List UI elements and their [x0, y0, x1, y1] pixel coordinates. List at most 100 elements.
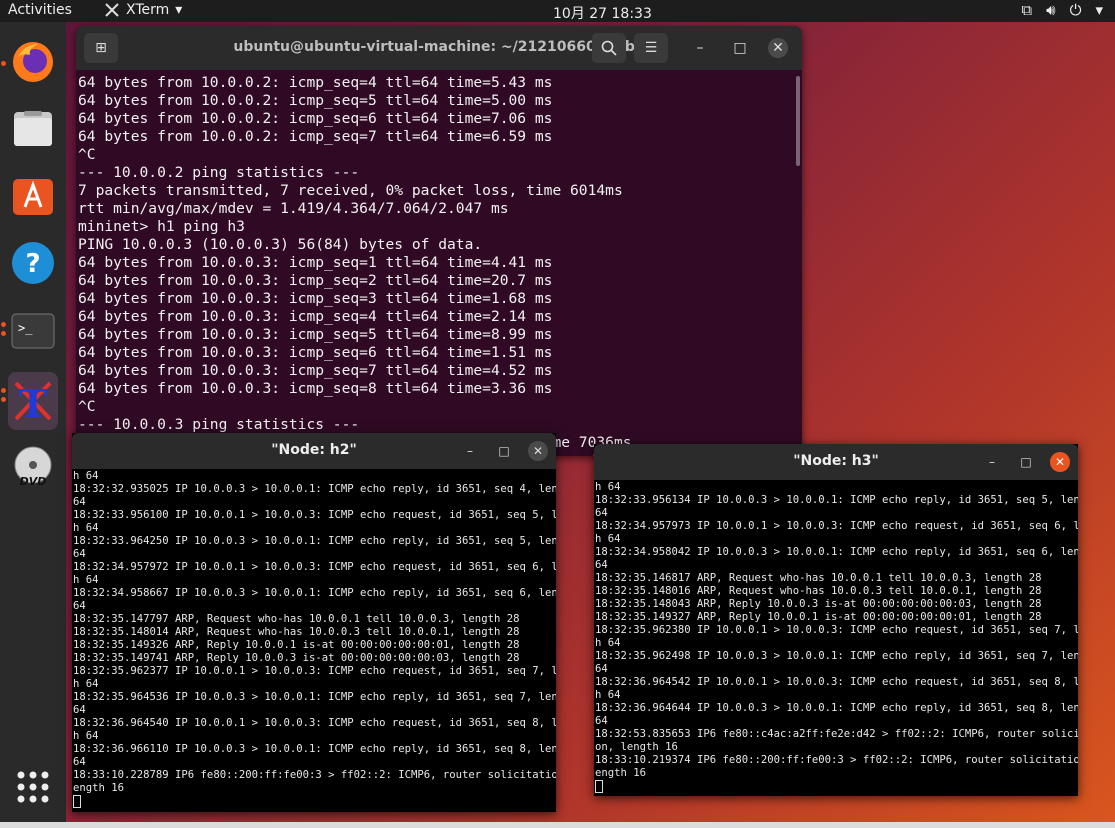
terminal-line: PING 10.0.0.3 (10.0.0.3) 56(84) bytes of… — [78, 236, 483, 253]
terminal-line: 64 — [595, 559, 608, 571]
terminal-line: h 64 — [595, 533, 621, 545]
app-menu-label: XTerm — [126, 2, 170, 18]
terminal-line: --- 10.0.0.3 ping statistics --- — [78, 416, 360, 433]
terminal-line: 18:32:33.956100 IP 10.0.0.1 > 10.0.0.3: … — [73, 509, 556, 521]
terminal-line: 64 bytes from 10.0.0.3: icmp_seq=2 ttl=6… — [78, 272, 553, 289]
minimize-icon: – — [989, 455, 995, 469]
terminal-line: 18:32:36.964644 IP 10.0.0.3 > 10.0.0.1: … — [595, 702, 1078, 714]
terminal-line: ^C — [78, 398, 96, 415]
files-icon[interactable] — [8, 104, 58, 154]
terminal-line: 18:32:35.962498 IP 10.0.0.3 > 10.0.0.1: … — [595, 650, 1078, 662]
terminal-line: 18:32:34.957972 IP 10.0.0.1 > 10.0.0.3: … — [73, 561, 556, 573]
chevron-down-icon: ▾ — [175, 2, 183, 18]
app-grid-icon[interactable] — [8, 762, 58, 812]
maximize-icon: □ — [733, 40, 747, 56]
xterm-h2-window[interactable]: "Node: h2" – □ ✕ h 64 18:32:32.935025 IP … — [72, 433, 556, 812]
terminal-line: 18:32:35.148043 ARP, Reply 10.0.0.3 is-a… — [595, 598, 1042, 610]
terminal-line: 18:32:35.147797 ARP, Request who-has 10.… — [73, 613, 520, 625]
terminal-line: 64 bytes from 10.0.0.3: icmp_seq=3 ttl=6… — [78, 290, 553, 307]
terminal-icon[interactable]: >_ — [8, 307, 58, 357]
close-button[interactable]: ✕ — [528, 441, 548, 461]
terminal-line: 64 bytes from 10.0.0.3: icmp_seq=8 ttl=6… — [78, 380, 553, 397]
hamburger-icon: ☰ — [644, 40, 658, 56]
maximize-button[interactable]: □ — [1016, 452, 1036, 472]
app-menu[interactable]: XTerm ▾ — [104, 2, 182, 18]
terminal-line: 64 — [73, 496, 86, 508]
activities-button[interactable]: Activities — [8, 2, 72, 18]
terminal-line: 18:32:36.966110 IP 10.0.0.3 > 10.0.0.1: … — [73, 743, 556, 755]
maximize-button[interactable]: □ — [494, 441, 514, 461]
clock[interactable]: 10月 27 18:33 — [553, 3, 652, 23]
terminal-line: 64 bytes from 10.0.0.3: icmp_seq=4 ttl=6… — [78, 308, 553, 325]
system-tray[interactable]: ⧉ 🔊︎ ⏻ ▾ — [1021, 1, 1103, 19]
running-indicator — [1, 397, 6, 402]
terminal-line: ength 16 — [595, 767, 647, 779]
terminal-line: 64 bytes from 10.0.0.3: icmp_seq=5 ttl=6… — [78, 326, 553, 343]
close-icon: ✕ — [532, 444, 544, 458]
terminal-line: 18:32:34.958667 IP 10.0.0.3 > 10.0.0.1: … — [73, 587, 556, 599]
xterm-h3-title: "Node: h3" — [793, 453, 879, 469]
terminal-line: 18:32:35.964536 IP 10.0.0.3 > 10.0.0.1: … — [73, 691, 556, 703]
terminal-line: 64 — [595, 507, 608, 519]
minimize-button[interactable]: – — [982, 452, 1002, 472]
maximize-icon: □ — [1020, 455, 1032, 469]
xterm-h2-output[interactable]: h 64 18:32:32.935025 IP 10.0.0.3 > 10.0.0… — [72, 469, 556, 810]
terminal-line: 18:32:35.962380 IP 10.0.0.1 > 10.0.0.3: … — [595, 624, 1078, 636]
running-indicator — [1, 322, 6, 327]
terminal-line: 64 bytes from 10.0.0.3: icmp_seq=7 ttl=6… — [78, 362, 553, 379]
terminal-line: 18:32:36.964540 IP 10.0.0.1 > 10.0.0.3: … — [73, 717, 556, 729]
terminal-line: 18:32:36.964542 IP 10.0.0.1 > 10.0.0.3: … — [595, 676, 1078, 688]
firefox-icon[interactable] — [8, 37, 58, 87]
close-button[interactable]: ✕ — [768, 38, 788, 58]
xterm-app-icon — [105, 3, 119, 17]
dvd-icon[interactable]: DVD — [8, 442, 58, 492]
cursor-line — [595, 780, 1078, 795]
running-indicator — [1, 388, 6, 393]
minimize-button[interactable]: – — [688, 33, 712, 63]
maximize-button[interactable]: □ — [728, 33, 752, 63]
svg-text:T: T — [19, 381, 47, 423]
terminal-line: 64 — [595, 715, 608, 727]
minimize-button[interactable]: – — [460, 441, 480, 461]
menu-button[interactable]: ☰ — [634, 33, 668, 63]
svg-text:>_: >_ — [18, 321, 33, 335]
close-icon: ✕ — [772, 40, 784, 56]
terminal-line: 7 packets transmitted, 7 received, 0% pa… — [78, 182, 623, 199]
terminal-line: h 64 — [595, 481, 621, 493]
terminal-line: ength 16 — [73, 782, 125, 794]
terminal-line: 64 bytes from 10.0.0.2: icmp_seq=7 ttl=6… — [78, 128, 553, 145]
scrollbar[interactable] — [796, 76, 800, 166]
terminal-line: h 64 — [595, 637, 621, 649]
xterm-h2-title: "Node: h2" — [271, 442, 357, 458]
help-icon[interactable]: ? — [8, 238, 58, 288]
terminal-line: 64 — [73, 600, 86, 612]
terminal-line: 64 bytes from 10.0.0.3: icmp_seq=1 ttl=6… — [78, 254, 553, 271]
bottom-edge — [0, 822, 1115, 828]
terminal-line: h 64 — [595, 689, 621, 701]
terminal-line: 64 — [595, 663, 608, 675]
dock: ? >_ T DVD — [0, 22, 66, 828]
terminal-line: on, length 16 — [595, 741, 678, 753]
terminal-line: 64 — [73, 756, 86, 768]
terminal-line: 64 — [73, 548, 86, 560]
xterm-h3-output[interactable]: h 64 18:32:33.956134 IP 10.0.0.3 > 10.0.0… — [594, 480, 1078, 795]
terminal-line: 18:32:35.962377 IP 10.0.0.1 > 10.0.0.3: … — [73, 665, 556, 677]
terminal-line: ^C — [78, 146, 96, 163]
cursor-line — [73, 795, 556, 810]
terminal-line: 18:32:33.956134 IP 10.0.0.3 > 10.0.0.1: … — [595, 494, 1078, 506]
software-icon[interactable] — [8, 170, 58, 220]
xterm-h3-header[interactable]: "Node: h3" – □ ✕ — [594, 444, 1078, 480]
terminal-header[interactable]: ⊞ ubuntu@ubuntu-virtual-machine: ~/21210… — [76, 26, 802, 70]
terminal-line: 18:32:35.149327 ARP, Reply 10.0.0.1 is-a… — [595, 611, 1042, 623]
maximize-icon: □ — [498, 444, 510, 458]
close-button[interactable]: ✕ — [1050, 452, 1070, 472]
xterm-h3-window[interactable]: "Node: h3" – □ ✕ h 64 18:32:33.956134 IP … — [594, 444, 1078, 796]
svg-text:DVD: DVD — [20, 475, 47, 488]
terminal-line: 18:32:32.935025 IP 10.0.0.3 > 10.0.0.1: … — [73, 483, 556, 495]
xterm-icon[interactable]: T — [8, 372, 58, 430]
main-terminal-window[interactable]: ⊞ ubuntu@ubuntu-virtual-machine: ~/21210… — [76, 26, 802, 456]
search-button[interactable] — [592, 33, 626, 63]
minimize-icon: – — [696, 40, 704, 56]
xterm-h2-header[interactable]: "Node: h2" – □ ✕ — [72, 433, 556, 469]
terminal-output[interactable]: 64 bytes from 10.0.0.2: icmp_seq=4 ttl=6… — [76, 70, 802, 456]
